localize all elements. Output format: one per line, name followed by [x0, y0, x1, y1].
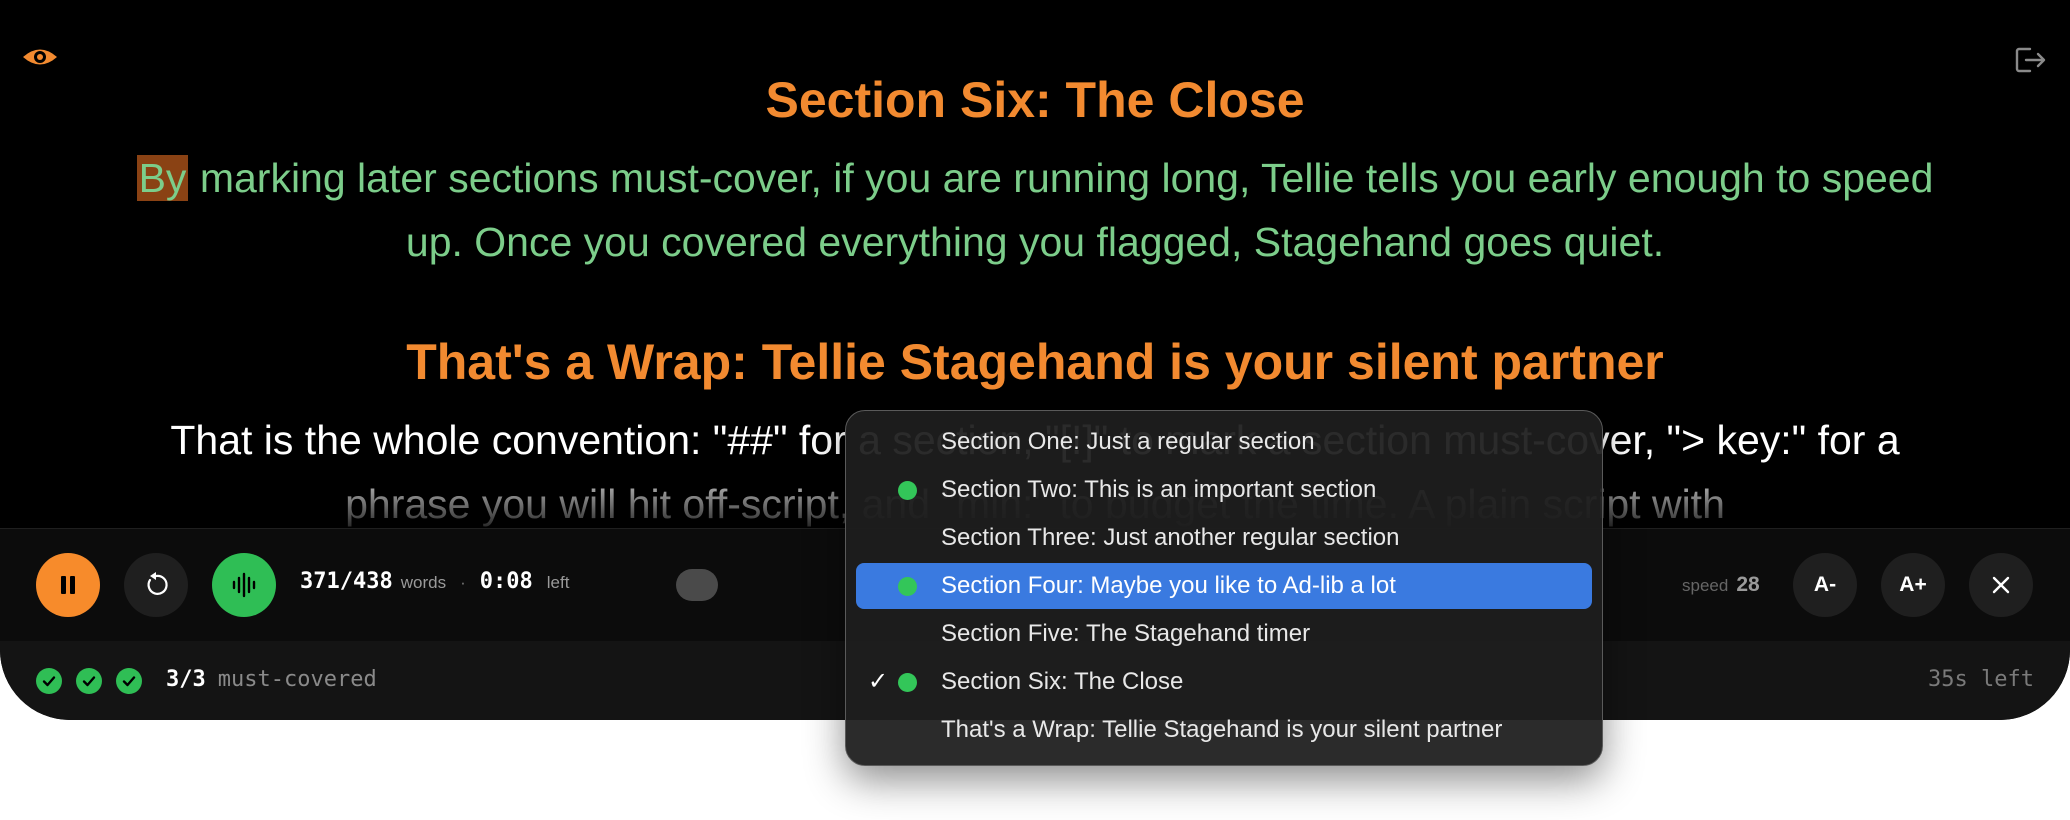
close-icon	[1992, 576, 2010, 594]
check-icon	[116, 668, 142, 694]
covered-label: must-covered	[217, 667, 377, 692]
waveform-icon	[232, 572, 256, 598]
section-body: By marking later sections must-cover, if…	[115, 146, 1955, 274]
pause-button[interactable]	[36, 553, 100, 617]
reset-icon	[147, 572, 168, 595]
section-menu-label: Section Two: This is an important sectio…	[941, 476, 1377, 503]
speed-label: speed	[1682, 576, 1729, 595]
separator: ·	[460, 573, 466, 592]
must-cover-dot-icon	[898, 481, 917, 500]
section-menu-label: That's a Wrap: Tellie Stagehand is your …	[941, 716, 1503, 743]
must-cover-dot-icon	[898, 673, 917, 692]
words-label: words	[400, 573, 447, 592]
section-menu-item[interactable]: Section Three: Just another regular sect…	[856, 515, 1592, 561]
section-heading: That's a Wrap: Tellie Stagehand is your …	[406, 334, 1664, 390]
pause-icon	[61, 576, 75, 594]
section-menu-label: Section Five: The Stagehand timer	[941, 620, 1311, 647]
covered-summary: 3/3 must-covered	[166, 667, 377, 692]
section-heading: Section Six: The Close	[765, 72, 1305, 128]
section-menu-item[interactable]: Section Four: Maybe you like to Ad-lib a…	[856, 563, 1592, 609]
section-menu-item[interactable]: ✓ Section Six: The Close	[856, 659, 1592, 705]
section-menu-item[interactable]: That's a Wrap: Tellie Stagehand is your …	[856, 707, 1592, 753]
current-word-highlight: By	[136, 155, 189, 201]
font-increase-button[interactable]: A+	[1881, 553, 1945, 617]
mode-toggle[interactable]	[676, 569, 718, 601]
section-body-text: marking later sections must-cover, if yo…	[188, 155, 1934, 265]
exit-icon[interactable]	[2010, 40, 2050, 80]
section-menu-label: Section Four: Maybe you like to Ad-lib a…	[941, 572, 1396, 599]
close-button[interactable]	[1969, 553, 2033, 617]
section-menu-label: Section Six: The Close	[941, 668, 1184, 695]
time-left: 0:08	[479, 569, 533, 594]
time-left-label: left	[546, 573, 570, 592]
check-icon	[36, 668, 62, 694]
check-icon	[76, 668, 102, 694]
time-remaining: 35s left	[1928, 667, 2034, 692]
covered-count: 3/3	[166, 667, 206, 692]
voice-tracking-button[interactable]	[212, 553, 276, 617]
font-decrease-button[interactable]: A-	[1793, 553, 1857, 617]
checkmark-icon: ✓	[868, 668, 889, 695]
section-menu-label: Section Three: Just another regular sect…	[941, 524, 1400, 551]
speed-value: 28	[1736, 573, 1760, 596]
section-jump-menu: Section One: Just a regular section Secti…	[845, 410, 1603, 766]
section-menu-item[interactable]: Section Two: This is an important sectio…	[856, 467, 1592, 513]
eye-icon[interactable]	[20, 40, 60, 80]
section-menu-label: Section One: Just a regular section	[941, 428, 1315, 455]
words-read: 371/438	[300, 569, 393, 594]
section-menu-item[interactable]: Section One: Just a regular section	[856, 419, 1592, 465]
restart-button[interactable]	[124, 553, 188, 617]
reading-progress: 371/438 words · 0:08 left	[300, 569, 569, 603]
section-menu-item[interactable]: Section Five: The Stagehand timer	[856, 611, 1592, 657]
speed-readout: speed 28	[1682, 573, 1760, 597]
must-cover-dot-icon	[898, 577, 917, 596]
